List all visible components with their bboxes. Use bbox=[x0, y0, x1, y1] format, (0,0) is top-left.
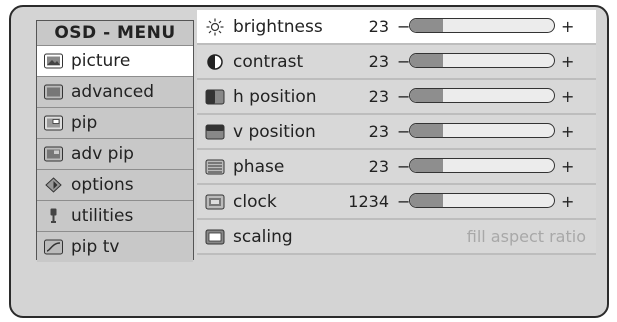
options-icon bbox=[45, 177, 62, 193]
menu-item-label: pip tv bbox=[71, 237, 120, 257]
v-position-slider[interactable] bbox=[409, 123, 555, 138]
menu-item-adv-pip[interactable]: adv pip bbox=[37, 138, 193, 169]
setting-value: 23 bbox=[368, 122, 389, 141]
setting-value: 1234 bbox=[348, 192, 389, 211]
brightness-slider[interactable] bbox=[409, 18, 555, 33]
menu-title: OSD - MENU bbox=[54, 23, 176, 43]
menu-item-pip[interactable]: pip bbox=[37, 107, 193, 138]
menu-list: picture advanced pip adv pip options uti… bbox=[37, 45, 193, 262]
increase-button[interactable]: + bbox=[561, 192, 574, 211]
menu-item-label: utilities bbox=[71, 206, 134, 226]
setting-value: 23 bbox=[368, 87, 389, 106]
slider-fill bbox=[410, 194, 444, 207]
pip-tv-icon bbox=[44, 239, 63, 255]
pip-icon bbox=[44, 115, 63, 131]
menu-item-label: adv pip bbox=[71, 144, 134, 164]
menu-item-pip-tv[interactable]: pip tv bbox=[37, 231, 193, 262]
clock-slider[interactable] bbox=[409, 193, 555, 208]
phase-icon bbox=[205, 159, 225, 174]
setting-row-h-position[interactable]: h position 23 − + bbox=[197, 80, 596, 115]
setting-label: scaling bbox=[233, 226, 293, 247]
slider-fill bbox=[410, 159, 444, 172]
setting-row-v-position[interactable]: v position 23 − + bbox=[197, 115, 596, 150]
setting-value: 23 bbox=[368, 157, 389, 176]
h-position-icon bbox=[205, 89, 225, 104]
menu-item-label: advanced bbox=[71, 82, 155, 102]
setting-row-phase[interactable]: phase 23 − + bbox=[197, 150, 596, 185]
contrast-icon bbox=[207, 53, 223, 70]
slider-fill bbox=[410, 54, 444, 67]
setting-value: 23 bbox=[368, 52, 389, 71]
v-position-icon bbox=[205, 124, 225, 139]
setting-row-scaling[interactable]: scaling fill aspect ratio bbox=[197, 220, 596, 255]
scaling-options[interactable]: fill aspect ratio bbox=[467, 227, 586, 246]
contrast-slider[interactable] bbox=[409, 53, 555, 68]
menu-item-picture[interactable]: picture bbox=[37, 45, 193, 76]
setting-row-brightness[interactable]: brightness 23 − + bbox=[197, 10, 596, 45]
setting-value: 23 bbox=[368, 17, 389, 36]
phase-slider[interactable] bbox=[409, 158, 555, 173]
adv-pip-icon bbox=[44, 146, 63, 162]
menu-item-label: pip bbox=[71, 113, 98, 133]
increase-button[interactable]: + bbox=[561, 157, 574, 176]
increase-button[interactable]: + bbox=[561, 87, 574, 106]
picture-icon bbox=[44, 53, 63, 69]
h-position-slider[interactable] bbox=[409, 88, 555, 103]
sun-icon bbox=[206, 18, 224, 35]
advanced-icon bbox=[44, 84, 63, 100]
setting-row-contrast[interactable]: contrast 23 − + bbox=[197, 45, 596, 80]
menu-item-utilities[interactable]: utilities bbox=[37, 200, 193, 231]
utilities-icon bbox=[50, 208, 57, 223]
increase-button[interactable]: + bbox=[561, 52, 574, 71]
setting-row-clock[interactable]: clock 1234 − + bbox=[197, 185, 596, 220]
scaling-icon bbox=[205, 229, 225, 244]
increase-button[interactable]: + bbox=[561, 122, 574, 141]
menu-item-label: picture bbox=[71, 51, 131, 71]
slider-fill bbox=[410, 89, 444, 102]
menu-item-advanced[interactable]: advanced bbox=[37, 76, 193, 107]
slider-fill bbox=[410, 19, 444, 32]
clock-icon bbox=[205, 194, 225, 209]
menu-item-options[interactable]: options bbox=[37, 169, 193, 200]
slider-fill bbox=[410, 124, 444, 137]
osd-menu-panel: OSD - MENU picture advanced pip adv pip … bbox=[36, 20, 194, 262]
menu-item-label: options bbox=[71, 175, 134, 195]
increase-button[interactable]: + bbox=[561, 17, 574, 36]
settings-panel: brightness 23 − + contrast 23 − + h posi… bbox=[197, 10, 596, 255]
